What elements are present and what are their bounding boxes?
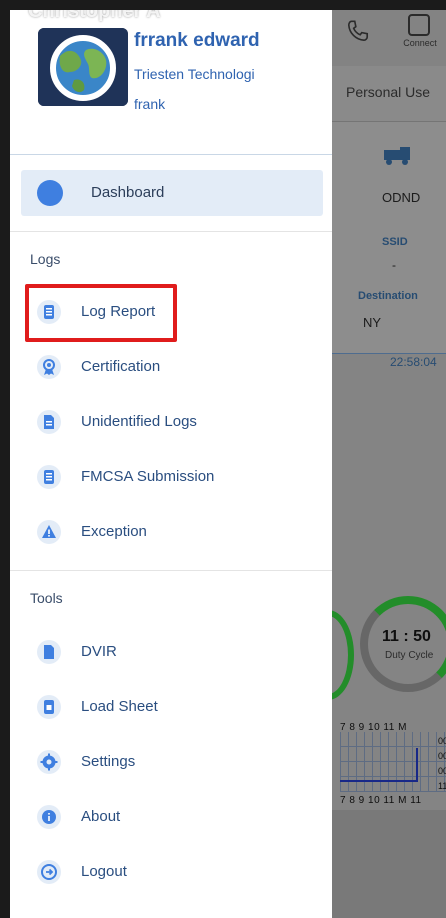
- unidentified-logs-icon: [37, 410, 61, 434]
- nav-item-dashboard[interactable]: Dashboard: [21, 170, 323, 216]
- nav-label: Load Sheet: [81, 698, 158, 715]
- divider: [10, 231, 332, 232]
- nav-item-certification[interactable]: Certification: [24, 345, 324, 389]
- nav-label: About: [81, 808, 121, 825]
- nav-item-dvir[interactable]: DVIR: [24, 630, 324, 674]
- company-name: Triesten Technologi: [134, 66, 255, 82]
- divider: [10, 570, 332, 571]
- nav-item-fmcsa-submission[interactable]: FMCSA Submission: [24, 455, 324, 499]
- user-name: frrank edward: [134, 30, 260, 51]
- certification-icon: [37, 355, 61, 379]
- nav-item-unidentified-logs[interactable]: Unidentified Logs: [24, 400, 324, 444]
- section-label-logs: Logs: [30, 251, 61, 267]
- nav-item-exception[interactable]: Exception: [24, 510, 324, 554]
- device-frame: Connect Personal Use ODND SSID - Destina…: [0, 0, 446, 918]
- nav-label: Dashboard: [91, 184, 165, 201]
- nav-label: Settings: [81, 753, 136, 770]
- exception-icon: [37, 520, 61, 544]
- nav-label: Unidentified Logs: [81, 413, 197, 430]
- screen: Connect Personal Use ODND SSID - Destina…: [10, 10, 446, 918]
- profile-header: frrank edward Triesten Technologi frank: [10, 10, 332, 155]
- nav-item-about[interactable]: About: [24, 795, 324, 839]
- logout-icon: [37, 860, 61, 884]
- navigation-drawer: frrank edward Triesten Technologi frank …: [10, 10, 332, 918]
- load-sheet-icon: [37, 695, 61, 719]
- section-label-tools: Tools: [30, 590, 63, 606]
- watermark: Christopher A: [28, 10, 161, 22]
- nav-label: DVIR: [81, 643, 117, 660]
- username: frank: [134, 96, 166, 112]
- about-icon: [37, 805, 61, 829]
- highlight-box: [25, 284, 177, 342]
- nav-label: FMCSA Submission: [81, 468, 215, 485]
- nav-label: Logout: [81, 863, 127, 880]
- dvir-icon: [37, 640, 61, 664]
- nav-label: Certification: [81, 358, 161, 375]
- nav-label: Exception: [81, 523, 147, 540]
- dashboard-icon: [37, 180, 63, 206]
- nav-item-logout[interactable]: Logout: [24, 850, 324, 894]
- nav-item-load-sheet[interactable]: Load Sheet: [24, 685, 324, 729]
- company-logo: [38, 28, 128, 106]
- settings-icon: [37, 750, 61, 774]
- fmcsa-submission-icon: [37, 465, 61, 489]
- nav-item-settings[interactable]: Settings: [24, 740, 324, 784]
